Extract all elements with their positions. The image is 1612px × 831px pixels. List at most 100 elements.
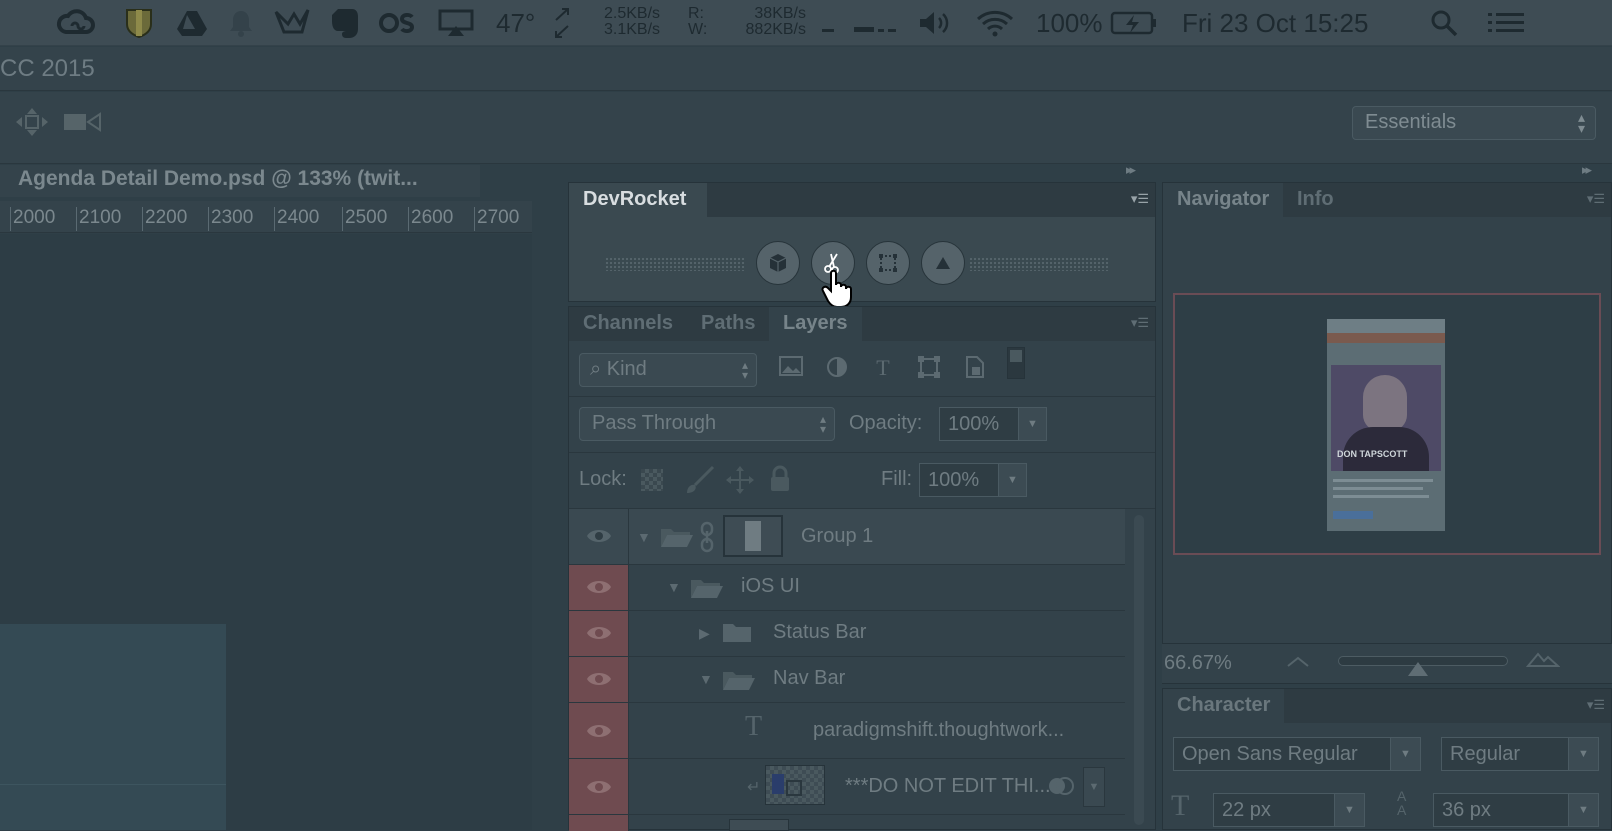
layer-row-ios-ui[interactable]: ▼ iOS UI (569, 565, 1125, 611)
tab-character[interactable]: Character (1163, 689, 1285, 723)
panel-menu-icon[interactable]: ▾☰ (1587, 191, 1605, 207)
dropdown-arrow-icon[interactable]: ▼ (1568, 738, 1598, 770)
shield-icon[interactable] (124, 0, 154, 46)
layer-name: Group 1 (801, 525, 874, 547)
dropdown-arrow-icon[interactable]: ▼ (1568, 794, 1598, 826)
font-size-icon: T (1171, 789, 1190, 822)
battery-icon[interactable] (1110, 0, 1158, 46)
clock[interactable]: Fri 23 Oct 15:25 (1182, 0, 1368, 46)
lock-all-icon[interactable] (769, 465, 791, 498)
workspace-select[interactable]: Essentials ▴ ▾ (1352, 106, 1596, 140)
zoom-out-icon[interactable] (1286, 654, 1310, 673)
crane-icon[interactable] (274, 0, 310, 46)
layer-mask-thumbnail[interactable] (723, 515, 783, 557)
dropdown-arrow-icon[interactable]: ▼ (998, 464, 1026, 496)
creative-cloud-icon[interactable] (56, 0, 96, 46)
font-style-select[interactable]: Regular ▼ (1441, 737, 1599, 771)
move-3d-icon[interactable] (12, 106, 52, 143)
layer-row-partial[interactable] (569, 815, 1125, 831)
collapse-panels-icon[interactable]: ▸▸ (1126, 162, 1136, 178)
layer-row-group-1[interactable]: ▼ Group 1 (569, 509, 1125, 565)
collapse-arrow-icon[interactable]: ▼ (699, 671, 713, 687)
layer-row-status-bar[interactable]: ▶ Status Bar (569, 611, 1125, 657)
tab-channels[interactable]: Channels (569, 307, 687, 341)
wifi-icon[interactable] (976, 0, 1014, 46)
tab-paths[interactable]: Paths (687, 307, 769, 341)
google-drive-icon[interactable] (176, 0, 208, 46)
bell-icon[interactable] (228, 0, 254, 46)
font-family-select[interactable]: Open Sans Regular ▼ (1173, 737, 1421, 771)
panel-menu-icon[interactable]: ▾☰ (1131, 191, 1149, 207)
zoom-in-icon[interactable] (1525, 648, 1561, 675)
lock-position-icon[interactable] (725, 465, 755, 500)
zoom-slider-knob[interactable] (1408, 662, 1428, 676)
layer-options-arrow-icon[interactable]: ▼ (1083, 767, 1105, 807)
camera-icon[interactable] (62, 108, 104, 141)
collapse-arrow-icon[interactable]: ▼ (637, 529, 651, 545)
lock-transparency-icon[interactable] (641, 469, 663, 491)
devrocket-tab[interactable]: DevRocket (569, 183, 707, 219)
navigator-preview[interactable]: DON TAPSCOTT (1173, 293, 1601, 555)
visibility-toggle[interactable] (569, 509, 629, 564)
layer-thumbnail[interactable] (765, 765, 825, 805)
panel-menu-icon[interactable]: ▾☰ (1587, 697, 1605, 713)
lock-pixels-icon[interactable] (683, 465, 715, 500)
panel-menu-icon[interactable]: ▾☰ (1131, 315, 1149, 331)
leading-field[interactable]: 36 px ▼ (1433, 793, 1599, 827)
artboard-button[interactable] (866, 241, 910, 285)
tab-layers[interactable]: Layers (769, 307, 862, 341)
visibility-toggle[interactable] (569, 565, 629, 610)
blend-mode-select[interactable]: Pass Through ▴ ▾ (579, 407, 835, 441)
visibility-toggle[interactable] (569, 657, 629, 702)
tab-navigator[interactable]: Navigator (1163, 183, 1284, 217)
filter-pixel-icon[interactable] (777, 355, 805, 383)
layer-row-nav-bar[interactable]: ▼ Nav Bar (569, 657, 1125, 703)
visibility-toggle[interactable] (569, 815, 629, 831)
thumbnail-nav (1327, 333, 1445, 343)
os-icon[interactable] (378, 0, 418, 46)
dropdown-arrow-icon[interactable]: ▼ (1018, 408, 1046, 440)
zoom-percent[interactable]: 66.67% (1164, 652, 1232, 675)
visibility-toggle[interactable] (569, 759, 629, 814)
layer-row-url-text[interactable]: T paradigmshift.thoughtwork... (569, 703, 1125, 759)
expand-arrow-icon[interactable]: ▶ (699, 625, 710, 642)
layers-scrollbar[interactable] (1131, 511, 1145, 831)
drag-grip[interactable] (969, 257, 1109, 271)
scrollbar-thumb[interactable] (1134, 515, 1144, 825)
artboard-icon (879, 254, 897, 272)
collapse-arrow-icon[interactable]: ▼ (667, 579, 681, 595)
layer-row-do-not-edit[interactable]: ↵ ***DO NOT EDIT THI... ▼ (569, 759, 1125, 815)
smart-filter-icon[interactable] (1047, 775, 1075, 802)
filter-kind-select[interactable]: ⌕ Kind ▴ ▾ (579, 353, 757, 387)
filter-toggle[interactable] (1007, 347, 1025, 379)
volume-icon[interactable] (918, 0, 954, 46)
evernote-icon[interactable] (330, 0, 360, 46)
font-size-field[interactable]: 22 px ▼ (1213, 793, 1365, 827)
document-canvas[interactable] (0, 234, 532, 830)
opacity-field[interactable]: 100% ▼ (939, 407, 1047, 441)
thumbnail-photo: DON TAPSCOTT (1331, 365, 1441, 471)
dropdown-arrow-icon[interactable]: ▼ (1334, 794, 1364, 826)
menu-list-icon[interactable] (1488, 0, 1524, 46)
dropdown-arrow-icon[interactable]: ▼ (1390, 738, 1420, 770)
filter-adjustment-icon[interactable] (823, 355, 851, 383)
visibility-toggle[interactable] (569, 611, 629, 656)
airplay-icon[interactable] (438, 0, 474, 46)
filter-shape-icon[interactable] (915, 355, 943, 383)
export-button[interactable] (921, 241, 965, 285)
document-tab[interactable]: Agenda Detail Demo.psd @ 133% (twit... (0, 165, 480, 197)
collapse-dock-icon[interactable]: ▸▸ (1582, 162, 1592, 178)
visibility-toggle[interactable] (569, 703, 629, 758)
spotlight-icon[interactable] (1430, 0, 1458, 46)
filter-type-icon[interactable]: T (869, 355, 897, 383)
drag-grip[interactable] (605, 257, 745, 271)
filter-smart-object-icon[interactable] (961, 355, 989, 383)
ruler-tick: 2700 (474, 207, 519, 231)
app-title: CC 2015 (0, 55, 95, 82)
cube-button[interactable] (756, 241, 800, 285)
link-icon[interactable] (699, 521, 715, 558)
fill-value: 100% (928, 469, 980, 491)
fill-field[interactable]: 100% ▼ (919, 463, 1027, 497)
temperature-readout: 47° (496, 7, 536, 38)
tab-info[interactable]: Info (1283, 183, 1348, 217)
